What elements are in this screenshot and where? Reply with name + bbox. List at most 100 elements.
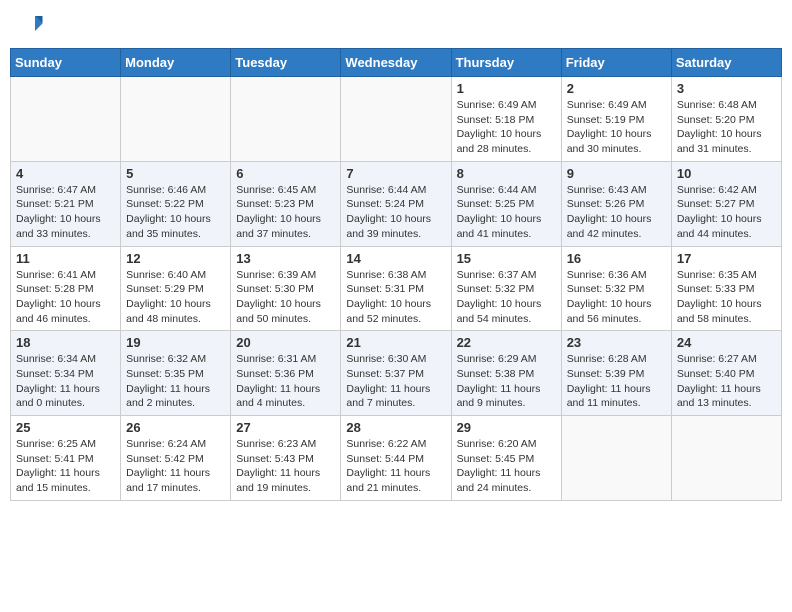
weekday-header: Tuesday bbox=[231, 49, 341, 77]
day-info: Sunrise: 6:23 AMSunset: 5:43 PMDaylight:… bbox=[236, 437, 335, 496]
day-info: Sunrise: 6:37 AMSunset: 5:32 PMDaylight:… bbox=[457, 268, 556, 327]
day-info: Sunrise: 6:44 AMSunset: 5:24 PMDaylight:… bbox=[346, 183, 445, 242]
weekday-header: Friday bbox=[561, 49, 671, 77]
day-info: Sunrise: 6:35 AMSunset: 5:33 PMDaylight:… bbox=[677, 268, 776, 327]
calendar-day-cell: 6 Sunrise: 6:45 AMSunset: 5:23 PMDaylight… bbox=[231, 161, 341, 246]
day-info: Sunrise: 6:22 AMSunset: 5:44 PMDaylight:… bbox=[346, 437, 445, 496]
calendar-day-cell: 28 Sunrise: 6:22 AMSunset: 5:44 PMDayligh… bbox=[341, 416, 451, 501]
day-info: Sunrise: 6:49 AMSunset: 5:19 PMDaylight:… bbox=[567, 98, 666, 157]
day-info: Sunrise: 6:34 AMSunset: 5:34 PMDaylight:… bbox=[16, 352, 115, 411]
day-number: 11 bbox=[16, 251, 115, 266]
weekday-header: Saturday bbox=[671, 49, 781, 77]
calendar-day-cell: 22 Sunrise: 6:29 AMSunset: 5:38 PMDayligh… bbox=[451, 331, 561, 416]
day-number: 9 bbox=[567, 166, 666, 181]
calendar-day-cell: 25Sunrise: 6:25 AMSunset: 5:41 PMDayligh… bbox=[11, 416, 121, 501]
weekday-header: Sunday bbox=[11, 49, 121, 77]
day-info: Sunrise: 6:24 AMSunset: 5:42 PMDaylight:… bbox=[126, 437, 225, 496]
calendar-week-row: 18 Sunrise: 6:34 AMSunset: 5:34 PMDayligh… bbox=[11, 331, 782, 416]
day-number: 25 bbox=[16, 420, 115, 435]
calendar-day-cell: 11 Sunrise: 6:41 AMSunset: 5:28 PMDayligh… bbox=[11, 246, 121, 331]
calendar-day-cell: 9 Sunrise: 6:43 AMSunset: 5:26 PMDaylight… bbox=[561, 161, 671, 246]
day-number: 27 bbox=[236, 420, 335, 435]
day-info: Sunrise: 6:30 AMSunset: 5:37 PMDaylight:… bbox=[346, 352, 445, 411]
calendar-day-cell bbox=[231, 77, 341, 162]
calendar-week-row: 1Sunrise: 6:49 AMSunset: 5:18 PMDaylight… bbox=[11, 77, 782, 162]
calendar-day-cell: 7 Sunrise: 6:44 AMSunset: 5:24 PMDaylight… bbox=[341, 161, 451, 246]
day-number: 8 bbox=[457, 166, 556, 181]
day-number: 17 bbox=[677, 251, 776, 266]
calendar-day-cell: 15 Sunrise: 6:37 AMSunset: 5:32 PMDayligh… bbox=[451, 246, 561, 331]
day-info: Sunrise: 6:38 AMSunset: 5:31 PMDaylight:… bbox=[346, 268, 445, 327]
day-number: 26 bbox=[126, 420, 225, 435]
calendar-week-row: 25Sunrise: 6:25 AMSunset: 5:41 PMDayligh… bbox=[11, 416, 782, 501]
calendar-day-cell: 4Sunrise: 6:47 AMSunset: 5:21 PMDaylight… bbox=[11, 161, 121, 246]
day-info: Sunrise: 6:40 AMSunset: 5:29 PMDaylight:… bbox=[126, 268, 225, 327]
calendar-day-cell: 16 Sunrise: 6:36 AMSunset: 5:32 PMDayligh… bbox=[561, 246, 671, 331]
weekday-header: Wednesday bbox=[341, 49, 451, 77]
calendar-week-row: 4Sunrise: 6:47 AMSunset: 5:21 PMDaylight… bbox=[11, 161, 782, 246]
day-info: Sunrise: 6:29 AMSunset: 5:38 PMDaylight:… bbox=[457, 352, 556, 411]
day-info: Sunrise: 6:43 AMSunset: 5:26 PMDaylight:… bbox=[567, 183, 666, 242]
calendar-day-cell: 18 Sunrise: 6:34 AMSunset: 5:34 PMDayligh… bbox=[11, 331, 121, 416]
day-number: 5 bbox=[126, 166, 225, 181]
day-number: 28 bbox=[346, 420, 445, 435]
day-number: 6 bbox=[236, 166, 335, 181]
day-info: Sunrise: 6:46 AMSunset: 5:22 PMDaylight:… bbox=[126, 183, 225, 242]
calendar-day-cell: 20Sunrise: 6:31 AMSunset: 5:36 PMDayligh… bbox=[231, 331, 341, 416]
day-number: 10 bbox=[677, 166, 776, 181]
weekday-header-row: SundayMondayTuesdayWednesdayThursdayFrid… bbox=[11, 49, 782, 77]
day-info: Sunrise: 6:45 AMSunset: 5:23 PMDaylight:… bbox=[236, 183, 335, 242]
calendar-day-cell bbox=[121, 77, 231, 162]
calendar-day-cell bbox=[561, 416, 671, 501]
day-number: 16 bbox=[567, 251, 666, 266]
day-info: Sunrise: 6:20 AMSunset: 5:45 PMDaylight:… bbox=[457, 437, 556, 496]
logo bbox=[14, 10, 46, 40]
day-info: Sunrise: 6:27 AMSunset: 5:40 PMDaylight:… bbox=[677, 352, 776, 411]
day-info: Sunrise: 6:49 AMSunset: 5:18 PMDaylight:… bbox=[457, 98, 556, 157]
day-number: 14 bbox=[346, 251, 445, 266]
day-number: 13 bbox=[236, 251, 335, 266]
day-number: 24 bbox=[677, 335, 776, 350]
calendar-day-cell: 23 Sunrise: 6:28 AMSunset: 5:39 PMDayligh… bbox=[561, 331, 671, 416]
day-number: 15 bbox=[457, 251, 556, 266]
calendar-day-cell: 21 Sunrise: 6:30 AMSunset: 5:37 PMDayligh… bbox=[341, 331, 451, 416]
logo-icon bbox=[14, 10, 44, 40]
calendar-day-cell bbox=[11, 77, 121, 162]
calendar-week-row: 11 Sunrise: 6:41 AMSunset: 5:28 PMDayligh… bbox=[11, 246, 782, 331]
calendar-day-cell bbox=[341, 77, 451, 162]
day-info: Sunrise: 6:36 AMSunset: 5:32 PMDaylight:… bbox=[567, 268, 666, 327]
day-info: Sunrise: 6:39 AMSunset: 5:30 PMDaylight:… bbox=[236, 268, 335, 327]
day-number: 22 bbox=[457, 335, 556, 350]
day-info: Sunrise: 6:48 AMSunset: 5:20 PMDaylight:… bbox=[677, 98, 776, 157]
calendar-day-cell: 13 Sunrise: 6:39 AMSunset: 5:30 PMDayligh… bbox=[231, 246, 341, 331]
day-info: Sunrise: 6:28 AMSunset: 5:39 PMDaylight:… bbox=[567, 352, 666, 411]
day-number: 7 bbox=[346, 166, 445, 181]
calendar-day-cell: 26 Sunrise: 6:24 AMSunset: 5:42 PMDayligh… bbox=[121, 416, 231, 501]
calendar-day-cell: 5 Sunrise: 6:46 AMSunset: 5:22 PMDaylight… bbox=[121, 161, 231, 246]
day-info: Sunrise: 6:32 AMSunset: 5:35 PMDaylight:… bbox=[126, 352, 225, 411]
day-info: Sunrise: 6:44 AMSunset: 5:25 PMDaylight:… bbox=[457, 183, 556, 242]
day-number: 19 bbox=[126, 335, 225, 350]
calendar-day-cell: 14 Sunrise: 6:38 AMSunset: 5:31 PMDayligh… bbox=[341, 246, 451, 331]
calendar-day-cell: 29 Sunrise: 6:20 AMSunset: 5:45 PMDayligh… bbox=[451, 416, 561, 501]
calendar-day-cell: 1Sunrise: 6:49 AMSunset: 5:18 PMDaylight… bbox=[451, 77, 561, 162]
calendar-day-cell: 10 Sunrise: 6:42 AMSunset: 5:27 PMDayligh… bbox=[671, 161, 781, 246]
calendar-day-cell bbox=[671, 416, 781, 501]
day-number: 23 bbox=[567, 335, 666, 350]
day-info: Sunrise: 6:41 AMSunset: 5:28 PMDaylight:… bbox=[16, 268, 115, 327]
day-number: 21 bbox=[346, 335, 445, 350]
calendar-day-cell: 8 Sunrise: 6:44 AMSunset: 5:25 PMDaylight… bbox=[451, 161, 561, 246]
calendar-day-cell: 3 Sunrise: 6:48 AMSunset: 5:20 PMDaylight… bbox=[671, 77, 781, 162]
calendar-day-cell: 24 Sunrise: 6:27 AMSunset: 5:40 PMDayligh… bbox=[671, 331, 781, 416]
day-number: 3 bbox=[677, 81, 776, 96]
calendar-day-cell: 12Sunrise: 6:40 AMSunset: 5:29 PMDayligh… bbox=[121, 246, 231, 331]
day-info: Sunrise: 6:47 AMSunset: 5:21 PMDaylight:… bbox=[16, 183, 115, 242]
day-number: 2 bbox=[567, 81, 666, 96]
page-header bbox=[10, 10, 782, 40]
calendar-day-cell: 17 Sunrise: 6:35 AMSunset: 5:33 PMDayligh… bbox=[671, 246, 781, 331]
weekday-header: Monday bbox=[121, 49, 231, 77]
calendar-day-cell: 19 Sunrise: 6:32 AMSunset: 5:35 PMDayligh… bbox=[121, 331, 231, 416]
day-info: Sunrise: 6:42 AMSunset: 5:27 PMDaylight:… bbox=[677, 183, 776, 242]
day-number: 18 bbox=[16, 335, 115, 350]
day-number: 29 bbox=[457, 420, 556, 435]
